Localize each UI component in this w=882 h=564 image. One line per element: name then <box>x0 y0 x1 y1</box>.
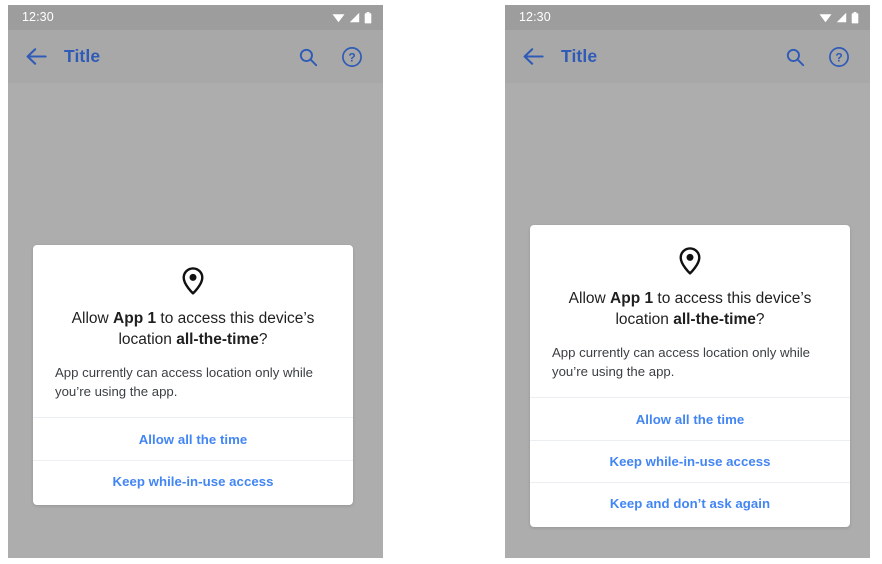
dialog-title-part-bold: all-the-time <box>673 311 756 329</box>
svg-text:?: ? <box>835 50 842 64</box>
dialog-title-part: ? <box>755 311 765 329</box>
status-bar: 12:30 <box>505 5 870 30</box>
permission-dialog: Allow App 1 to access this device’s loca… <box>33 245 353 505</box>
dialog-title: Allow App 1 to access this device’s loca… <box>552 288 828 330</box>
signal-icon <box>349 12 360 23</box>
allow-all-the-time-button[interactable]: Allow all the time <box>530 398 850 441</box>
dialog-title-part-bold: App 1 <box>610 290 654 307</box>
dialog-title-part: ? <box>258 331 268 349</box>
help-icon[interactable]: ? <box>822 46 856 68</box>
permission-dialog: Allow App 1 to access this device’s loca… <box>530 225 850 527</box>
location-pin-icon <box>55 267 331 295</box>
allow-all-the-time-button[interactable]: Allow all the time <box>33 418 353 461</box>
status-bar-time: 12:30 <box>519 10 551 25</box>
back-arrow-icon[interactable] <box>8 47 64 66</box>
dialog-title: Allow App 1 to access this device’s loca… <box>55 308 331 350</box>
help-icon[interactable]: ? <box>335 46 369 68</box>
phone-mockup-left: 12:30 Title ? Allow App 1 to access this… <box>8 5 383 558</box>
location-pin-icon <box>552 247 828 275</box>
keep-while-in-use-access-button[interactable]: Keep while-in-use access <box>33 461 353 505</box>
dialog-body-text: App currently can access location only w… <box>55 365 314 399</box>
dialog-actions: Allow all the time Keep while-in-use acc… <box>33 416 353 505</box>
svg-text:?: ? <box>348 50 355 64</box>
keep-and-dont-ask-again-button[interactable]: Keep and don’t ask again <box>530 483 850 527</box>
app-bar: Title ? <box>505 30 870 83</box>
dialog-body: Allow App 1 to access this device’s loca… <box>530 225 850 397</box>
dialog-title-part-bold: App 1 <box>113 310 157 327</box>
dialog-body-text: App currently can access location only w… <box>552 345 811 379</box>
dialog-title-part-bold: all-the-time <box>176 331 259 349</box>
app-bar: Title ? <box>8 30 383 83</box>
screen-content: Allow App 1 to access this device’s loca… <box>505 83 870 558</box>
wifi-icon <box>819 12 832 23</box>
search-icon[interactable] <box>778 47 812 67</box>
app-bar-title: Title <box>561 46 598 66</box>
status-bar: 12:30 <box>8 5 383 30</box>
phone-mockup-right: 12:30 Title ? Allow App 1 to access this… <box>505 5 870 558</box>
dialog-title-part: Allow <box>568 290 611 307</box>
screen-content: Allow App 1 to access this device’s loca… <box>8 83 383 558</box>
back-arrow-icon[interactable] <box>505 47 561 66</box>
dialog-actions: Allow all the time Keep while-in-use acc… <box>530 396 850 527</box>
dialog-body: Allow App 1 to access this device’s loca… <box>33 245 353 417</box>
app-bar-title: Title <box>64 46 101 66</box>
battery-icon <box>851 11 859 24</box>
search-icon[interactable] <box>291 47 325 67</box>
status-bar-icons <box>332 11 372 24</box>
battery-icon <box>364 11 372 24</box>
status-bar-icons <box>819 11 859 24</box>
signal-icon <box>836 12 847 23</box>
wifi-icon <box>332 12 345 23</box>
status-bar-time: 12:30 <box>22 10 54 25</box>
screenshot-canvas: 12:30 Title ? Allow App 1 to access this… <box>0 0 882 564</box>
keep-while-in-use-access-button[interactable]: Keep while-in-use access <box>530 441 850 483</box>
dialog-title-part: Allow <box>71 310 114 327</box>
